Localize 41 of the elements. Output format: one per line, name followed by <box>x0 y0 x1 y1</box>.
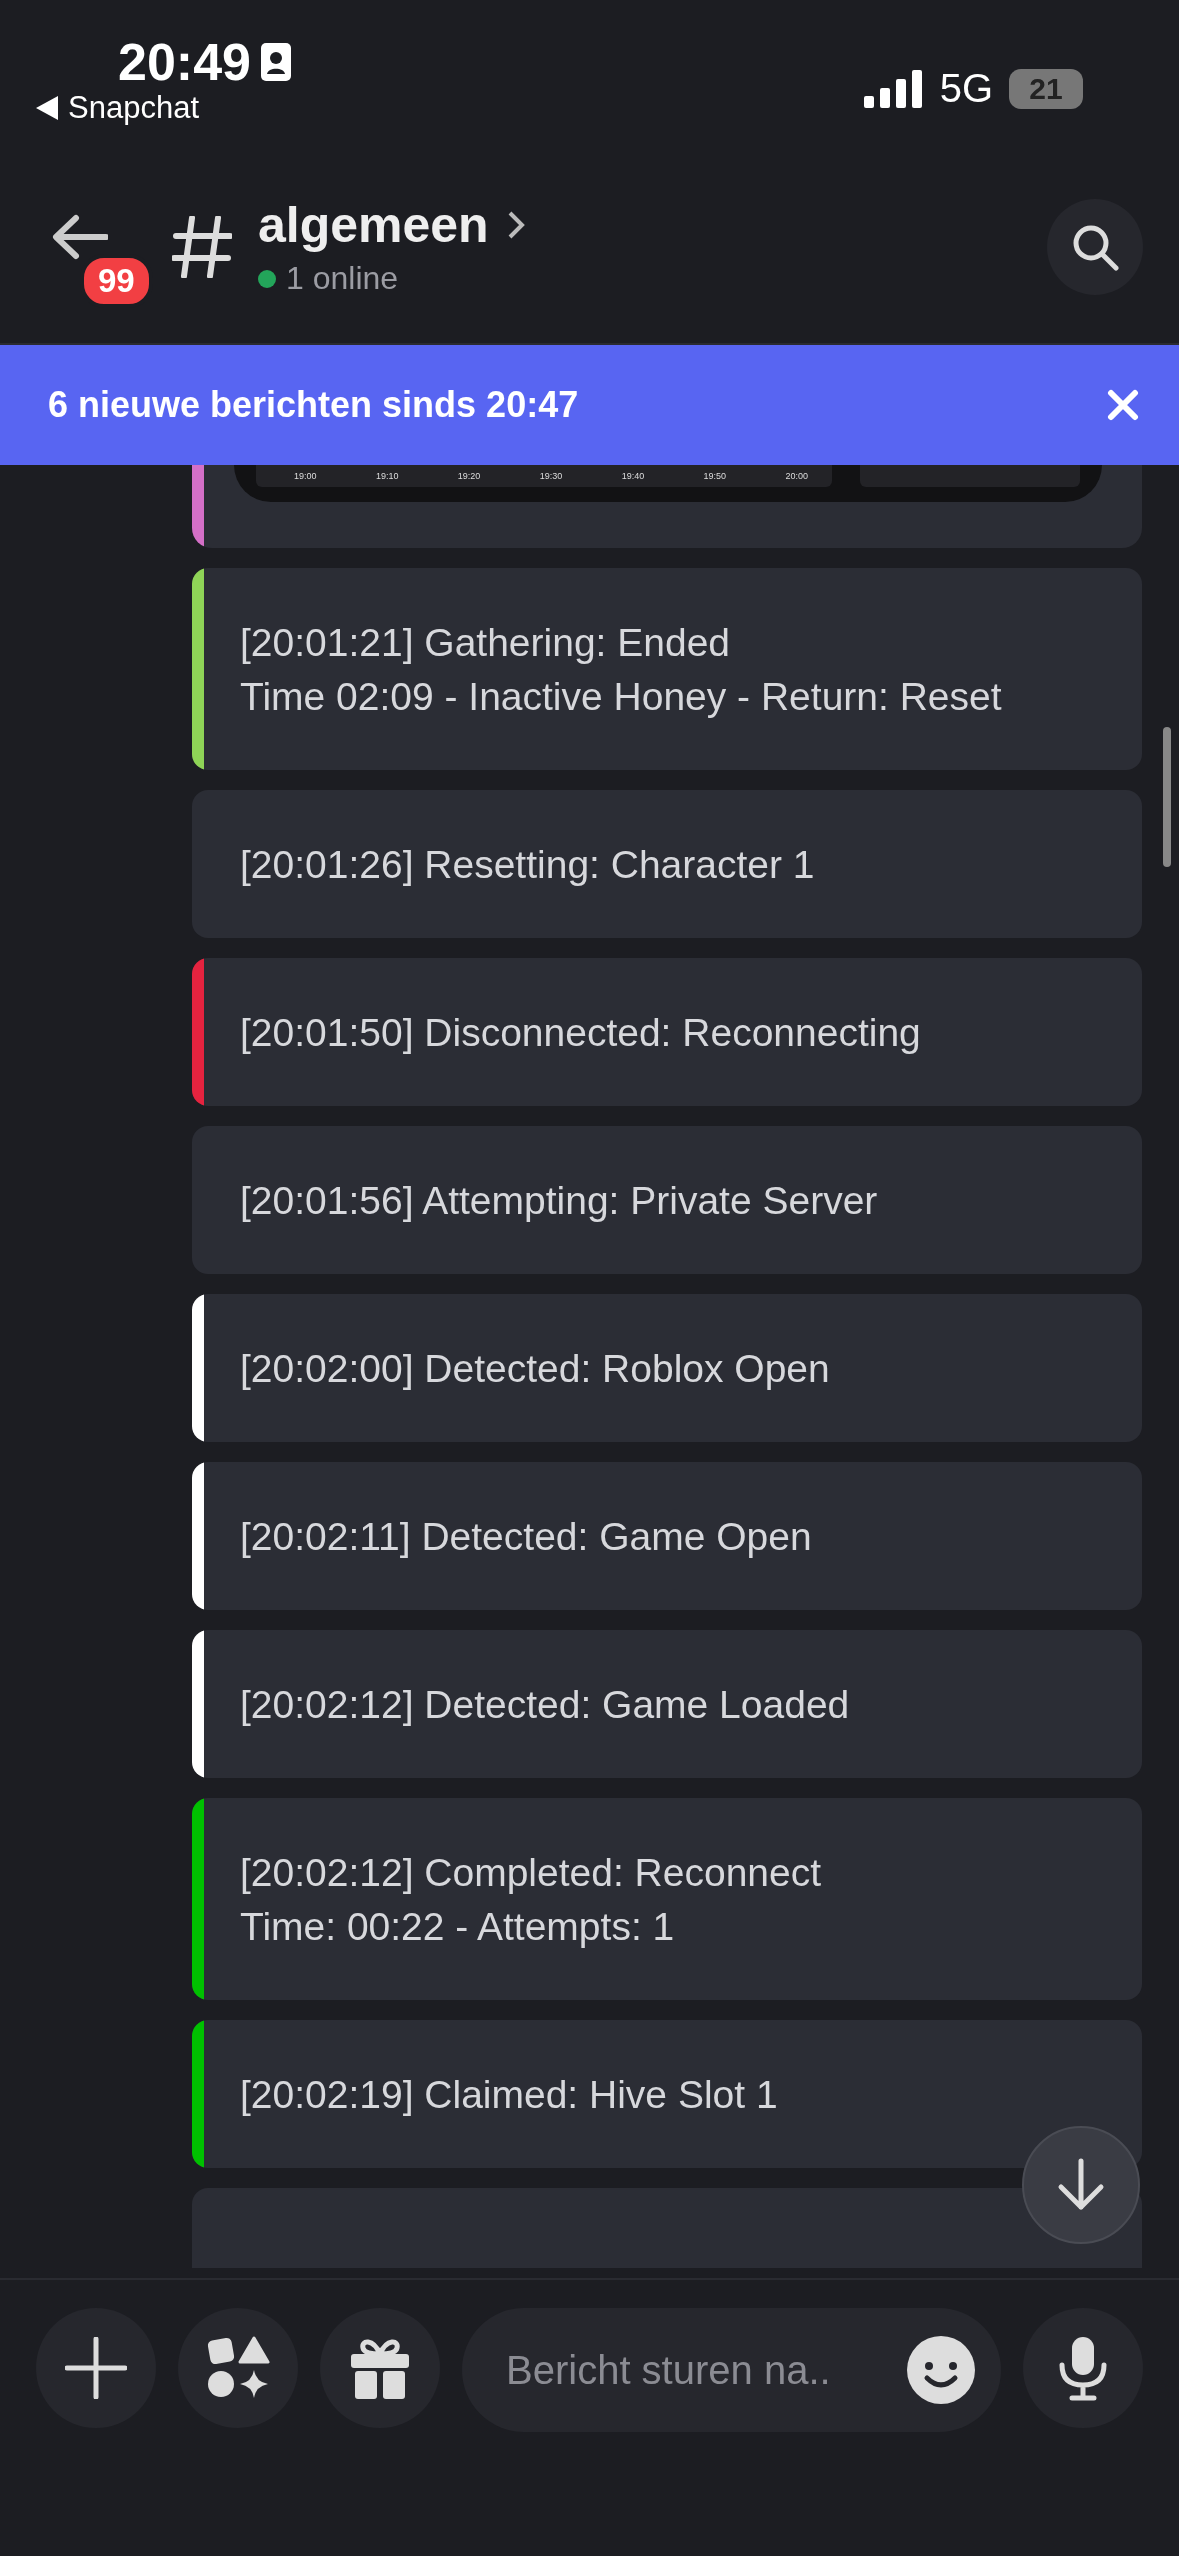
close-icon[interactable] <box>1107 389 1139 421</box>
axis-tick-label: 19:00 <box>294 471 317 481</box>
chevron-icon[interactable] <box>506 210 525 240</box>
shapes-icon <box>206 2336 270 2400</box>
axis-tick-label: 19:30 <box>539 471 563 481</box>
contact-card-icon <box>261 43 291 81</box>
emoji-icon[interactable] <box>907 2336 975 2404</box>
embed-text-line: [20:01:26] Resetting: Character 1 <box>240 842 815 888</box>
embed-text-line: [20:01:50] Disconnected: Reconnecting <box>240 1010 921 1056</box>
gift-icon <box>349 2336 411 2400</box>
embed-text-line: [20:01:21] Gathering: Ended <box>240 620 732 666</box>
clock-time: 20:49 <box>118 34 251 90</box>
axis-tick-label: 20:00 <box>785 471 808 481</box>
battery-indicator: 21 <box>1009 68 1083 109</box>
embed-text-line: [20:02:12] Detected: Game Loaded <box>240 1682 850 1728</box>
back-app-link[interactable]: Snapchat <box>68 90 199 126</box>
axis-tick-label: 19:40 <box>621 471 645 481</box>
message-input-field[interactable]: Bericht sturen na.. <box>504 2346 907 2394</box>
network-label: 5G <box>939 66 993 111</box>
online-dot <box>258 269 276 288</box>
microphone-icon <box>1058 2335 1108 2401</box>
embed-text-line: [20:02:19] Claimed: Hive Slot 1 <box>240 2072 778 2118</box>
back-triangle-icon[interactable] <box>36 96 58 120</box>
embed-text-line: Time: 00:22 - Attempts: 1 <box>240 1904 676 1950</box>
embed-text-line: [20:02:11] Detected: Game Open <box>240 1514 812 1560</box>
embed-text-line: [20:02:00] Detected: Roblox Open <box>240 1346 830 1392</box>
signal-icon <box>863 69 924 108</box>
new-messages-banner-text[interactable]: 6 nieuwe berichten sinds 20:47 <box>48 384 579 426</box>
back-arrow-icon[interactable] <box>52 213 108 260</box>
scroll-bar[interactable] <box>1163 727 1171 867</box>
axis-tick-label: 19:10 <box>375 471 399 481</box>
axis-tick-label: 19:20 <box>457 471 481 481</box>
axis-tick-label: 19:50 <box>703 471 727 481</box>
plus-icon <box>65 2337 127 2399</box>
channel-name[interactable]: algemeen <box>258 196 489 254</box>
embed-text-line: [20:02:12] Completed: Reconnect <box>240 1850 822 1896</box>
hash-icon <box>172 215 232 278</box>
embed-text-line: [20:01:56] Attempting: Private Server <box>240 1178 878 1224</box>
message-field[interactable]: Bericht sturen na.. <box>462 2308 1001 2432</box>
embed-text-line: Time 02:09 - Inactive Honey - Return: Reset <box>240 674 1002 720</box>
online-count: 1 online <box>286 260 399 297</box>
